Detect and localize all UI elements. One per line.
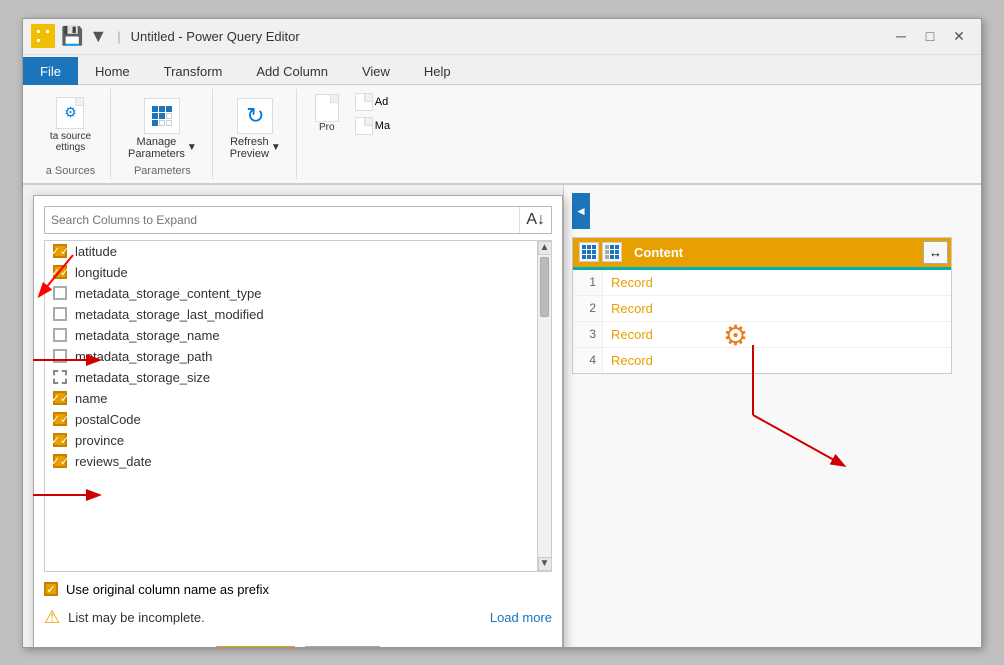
scrollbar[interactable]: ▲ ▼: [537, 241, 551, 571]
maximize-button[interactable]: □: [916, 22, 944, 50]
minimize-button[interactable]: ─: [887, 22, 915, 50]
warning-icon: ⚠: [44, 607, 60, 628]
use-original-label: Use original column name as prefix: [66, 582, 269, 597]
app-icon: [31, 24, 55, 48]
close-button[interactable]: ✕: [945, 22, 973, 50]
warning-text: List may be incomplete.: [68, 610, 482, 625]
list-item[interactable]: metadata_storage_size: [45, 367, 537, 388]
table-column-title: Content: [628, 241, 920, 264]
list-item[interactable]: metadata_storage_content_type: [45, 283, 537, 304]
data-source-settings-button[interactable]: ⚙ ta sourceettings: [46, 95, 95, 155]
list-item[interactable]: ✓ latitude: [45, 241, 537, 262]
checkbox-metadata-content[interactable]: [53, 286, 67, 300]
query-settings-button[interactable]: Ma: [351, 115, 394, 137]
list-item[interactable]: ✓ longitude: [45, 262, 537, 283]
list-item[interactable]: metadata_storage_last_modified: [45, 304, 537, 325]
column-list: ✓ latitude ✓ longitude metadata_storage_…: [45, 241, 537, 571]
list-item[interactable]: metadata_storage_path: [45, 346, 537, 367]
manage-parameters-button[interactable]: ManageParameters ▼: [121, 95, 204, 163]
dialog-buttons: OK Cancel: [34, 638, 562, 647]
row-value[interactable]: Record: [603, 348, 951, 373]
title-bar: 💾 ▼ | Untitled - Power Query Editor ─ □ …: [23, 19, 981, 55]
checkbox-name[interactable]: ✓: [53, 391, 67, 405]
right-pane: ◄: [563, 185, 981, 647]
quick-access-dropdown[interactable]: ▼: [89, 26, 107, 47]
checkbox-metadata-last-modified[interactable]: [53, 307, 67, 321]
list-item[interactable]: metadata_storage_name: [45, 325, 537, 346]
window-controls: ─ □ ✕: [887, 22, 973, 50]
tab-home[interactable]: Home: [78, 57, 147, 85]
window-title: Untitled - Power Query Editor: [131, 29, 881, 44]
refresh-preview-button[interactable]: ↻ RefreshPreview ▼: [223, 95, 288, 163]
app-window: 💾 ▼ | Untitled - Power Query Editor ─ □ …: [22, 18, 982, 648]
data-table: Content ↔ 1 Record 2 Record 3 Record: [572, 237, 952, 374]
scroll-down-button[interactable]: ▼: [538, 557, 552, 571]
save-button[interactable]: 💾: [61, 26, 83, 47]
expand-column-button[interactable]: ↔: [923, 241, 948, 264]
manage-params-label: ManageParameters: [128, 136, 185, 160]
tab-help[interactable]: Help: [407, 57, 468, 85]
properties-button[interactable]: Pro: [307, 92, 347, 135]
table-row: 1 Record: [573, 270, 951, 296]
refresh-preview-label: RefreshPreview: [230, 136, 269, 160]
list-item[interactable]: ✓ province: [45, 430, 537, 451]
list-item[interactable]: ✓ postalCode: [45, 409, 537, 430]
tab-add-column[interactable]: Add Column: [239, 57, 345, 85]
use-original-checkbox[interactable]: [44, 582, 58, 596]
table-row: 3 Record: [573, 322, 951, 348]
advanced-editor-button[interactable]: Ad: [351, 91, 394, 113]
scroll-thumb[interactable]: [540, 257, 549, 317]
warning-row: ⚠ List may be incomplete. Load more: [34, 603, 562, 638]
list-item[interactable]: ✓ name: [45, 388, 537, 409]
expand-columns-dialog: A↓ ✓ latitude ✓ longitude: [33, 195, 563, 647]
list-item[interactable]: ✓ reviews_date: [45, 451, 537, 472]
dialog-overlay: A↓ ✓ latitude ✓ longitude: [23, 185, 583, 647]
column-list-container: ✓ latitude ✓ longitude metadata_storage_…: [44, 240, 552, 572]
checkbox-metadata-path[interactable]: [53, 349, 67, 363]
scroll-up-button[interactable]: ▲: [538, 241, 552, 255]
tab-file[interactable]: File: [23, 57, 78, 85]
search-box: A↓: [44, 206, 552, 234]
ribbon-content: ⚙ ta sourceettings a Sources: [23, 85, 981, 185]
cancel-button[interactable]: Cancel: [305, 646, 379, 647]
row-value[interactable]: Record: [603, 322, 951, 347]
checkbox-postalcode[interactable]: ✓: [53, 412, 67, 426]
table-header: Content ↔: [573, 238, 951, 270]
table-view-icon[interactable]: [602, 242, 622, 262]
use-original-row: Use original column name as prefix: [34, 572, 562, 603]
main-content: A↓ ✓ latitude ✓ longitude: [23, 185, 981, 647]
table-row: 4 Record: [573, 348, 951, 373]
checkbox-latitude[interactable]: ✓: [53, 244, 67, 258]
row-value[interactable]: Record: [603, 270, 951, 295]
tab-view[interactable]: View: [345, 57, 407, 85]
checkbox-province[interactable]: ✓: [53, 433, 67, 447]
table-row: 2 Record: [573, 296, 951, 322]
load-more-link[interactable]: Load more: [490, 610, 552, 625]
ok-button[interactable]: OK: [216, 646, 295, 647]
scroll-thumb-area: [538, 255, 551, 557]
checkbox-reviews-date[interactable]: ✓: [53, 454, 67, 468]
search-columns-input[interactable]: [45, 209, 519, 231]
checkbox-metadata-name[interactable]: [53, 328, 67, 342]
tab-transform[interactable]: Transform: [147, 57, 240, 85]
checkbox-longitude[interactable]: ✓: [53, 265, 67, 279]
checkbox-metadata-size[interactable]: [53, 370, 67, 384]
row-value[interactable]: Record: [603, 296, 951, 321]
ribbon-tabs: File Home Transform Add Column View Help: [23, 55, 981, 85]
separator: |: [117, 29, 120, 44]
sort-icon[interactable]: A↓: [519, 207, 551, 233]
